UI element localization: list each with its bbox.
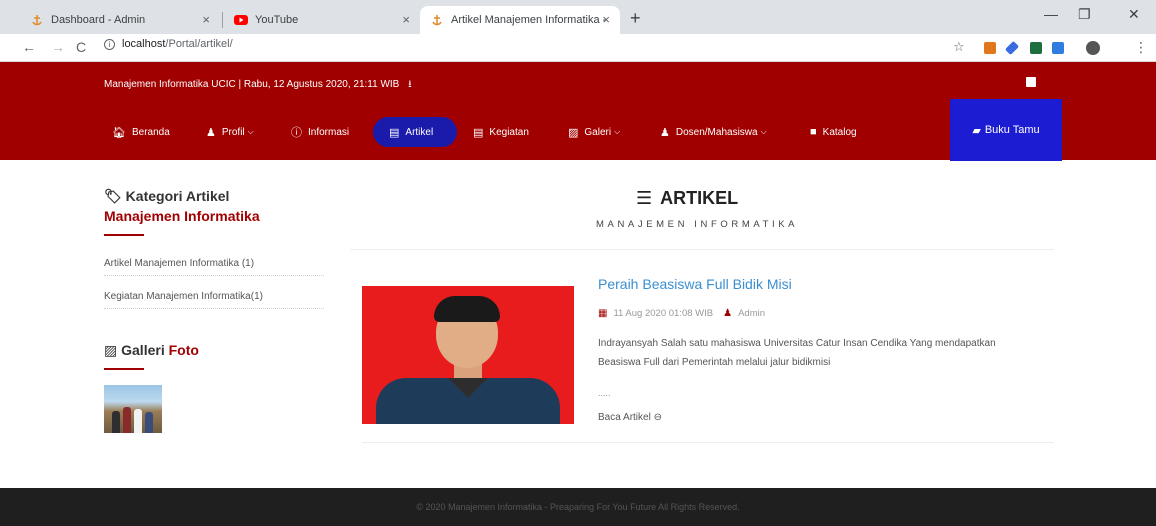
footer-copyright: © 2020 Manajemen Informatika - Preaparin… [416, 502, 740, 512]
square-icon[interactable] [1026, 77, 1036, 87]
info-icon[interactable]: i [104, 38, 115, 50]
book-icon: ▰ [972, 124, 981, 137]
metamask-extension-icon[interactable] [984, 42, 996, 54]
image-icon: ▨ [104, 342, 118, 358]
category-link[interactable]: Kegiatan Manajemen Informatika(1) [104, 291, 324, 309]
chevron-down-icon: ⌵ [247, 127, 254, 136]
category-link[interactable]: Artikel Manajemen Informatika (1) [104, 258, 324, 276]
nav-galeri[interactable]: ▨ Galeri ⌵ [568, 117, 620, 147]
close-tab-icon[interactable]: × [202, 12, 210, 27]
gallery-thumbnail[interactable] [104, 385, 162, 433]
thumb-figure [134, 409, 142, 433]
user-icon: ♟ [206, 126, 216, 139]
thumb-figure [112, 411, 120, 433]
nav-beranda[interactable]: 🏠︎ Beranda [112, 117, 170, 147]
photo-hair [434, 296, 500, 322]
excel-extension-icon[interactable] [1030, 42, 1042, 54]
nav-artikel[interactable]: ▤ Artikel [389, 117, 433, 147]
tab-artikel-active[interactable]: Artikel Manajemen Informatika - × [420, 6, 620, 34]
kategori-subtitle: Manajemen Informatika [104, 208, 260, 224]
close-tab-icon[interactable]: × [402, 12, 410, 27]
forward-arrow-icon[interactable]: → [51, 39, 65, 55]
home-icon: 🏠︎ [112, 126, 126, 139]
bookmark-star-icon[interactable]: ☆ [953, 39, 965, 55]
buku-tamu-button[interactable]: ▰ Buku Tamu [950, 99, 1062, 161]
nav-dosen-mahasiswa[interactable]: ♟ Dosen/Mahasiswa ⌵ [660, 117, 767, 147]
folder-icon: ■ [810, 126, 817, 138]
tags-icon: 🏷︎ [104, 188, 122, 204]
thumb-figure [145, 412, 153, 433]
site-anchor-icon [30, 13, 44, 27]
post-meta: ▦ 11 Aug 2020 01:08 WIB ♟ Admin [598, 308, 766, 319]
reload-icon[interactable]: C [76, 39, 86, 55]
kategori-title: 🏷︎ Kategori Artikel [104, 188, 230, 204]
image-icon: ▨ [568, 126, 579, 139]
eth-extension-icon[interactable] [1004, 40, 1020, 56]
newspaper-icon: ▤ [389, 126, 400, 139]
nav-kegiatan[interactable]: ▤ Kegiatan [473, 117, 529, 147]
page-subtitle: MANAJEMEN INFORMATIKA [596, 219, 799, 230]
close-window-icon[interactable]: ✕ [1128, 6, 1140, 23]
user-icon: ♟ [723, 308, 733, 319]
post-thumbnail[interactable] [362, 286, 574, 424]
download-icon[interactable]: ⭳ [408, 79, 412, 90]
page-title: ☰ ARTIKEL [636, 188, 739, 208]
restore-icon[interactable]: ❐ [1078, 6, 1091, 23]
user-icon: ♟ [660, 126, 670, 139]
read-more-link[interactable]: Baca Artikel ⊖ [598, 412, 662, 423]
nav-katalog[interactable]: ■ Katalog [810, 117, 857, 147]
tab-divider [222, 12, 223, 28]
chevron-down-icon: ⌵ [614, 127, 621, 136]
new-tab-button[interactable]: + [630, 9, 641, 27]
more-menu-icon[interactable]: ⋮ [1134, 39, 1148, 56]
info-circle-icon: ⓘ [291, 127, 302, 139]
post-excerpt: Indrayansyah Salah satu mahasiswa Univer… [598, 338, 996, 368]
youtube-icon [234, 13, 248, 27]
close-tab-icon[interactable]: × [602, 12, 610, 27]
back-arrow-icon[interactable]: ← [22, 39, 36, 55]
site-footer: © 2020 Manajemen Informatika - Preaparin… [0, 488, 1156, 526]
title-underline [104, 368, 144, 370]
post-ellipsis: ..... [598, 388, 611, 398]
tab-dashboard-admin[interactable]: Dashboard - Admin × [20, 6, 220, 34]
minimize-icon[interactable]: — [1044, 6, 1058, 22]
galeri-title: ▨ Galleri Foto [104, 342, 199, 358]
header-info: Manajemen Informatika UCIC | Rabu, 12 Ag… [104, 79, 412, 90]
divider [362, 442, 1054, 443]
list-icon: ☰ [636, 188, 653, 208]
newspaper-icon: ▤ [473, 126, 484, 139]
title-underline [104, 234, 144, 236]
calendar-icon: ▦ [598, 308, 608, 319]
cap-extension-icon[interactable] [1052, 42, 1064, 54]
nav-informasi[interactable]: ⓘ Informasi [291, 117, 349, 147]
site-anchor-icon [430, 13, 444, 27]
arrow-circle-right-icon: ⊖ [653, 412, 662, 423]
url-field[interactable]: i localhost/Portal/artikel/ [104, 38, 233, 50]
divider [350, 249, 1054, 250]
browser-tab-bar: Dashboard - Admin × YouTube × Artikel Ma… [0, 0, 1156, 34]
site-header: Manajemen Informatika UCIC | Rabu, 12 Ag… [0, 62, 1156, 161]
thumb-figure [123, 407, 131, 433]
tab-youtube[interactable]: YouTube × [224, 6, 420, 34]
profile-avatar-icon[interactable] [1086, 41, 1100, 55]
chevron-down-icon: ⌵ [760, 127, 767, 136]
nav-profil[interactable]: ♟ Profil ⌵ [206, 117, 254, 147]
post-title-link[interactable]: Peraih Beasiswa Full Bidik Misi [598, 276, 792, 292]
address-bar: ← → C i localhost/Portal/artikel/ ☆ ⋮ [0, 34, 1156, 62]
